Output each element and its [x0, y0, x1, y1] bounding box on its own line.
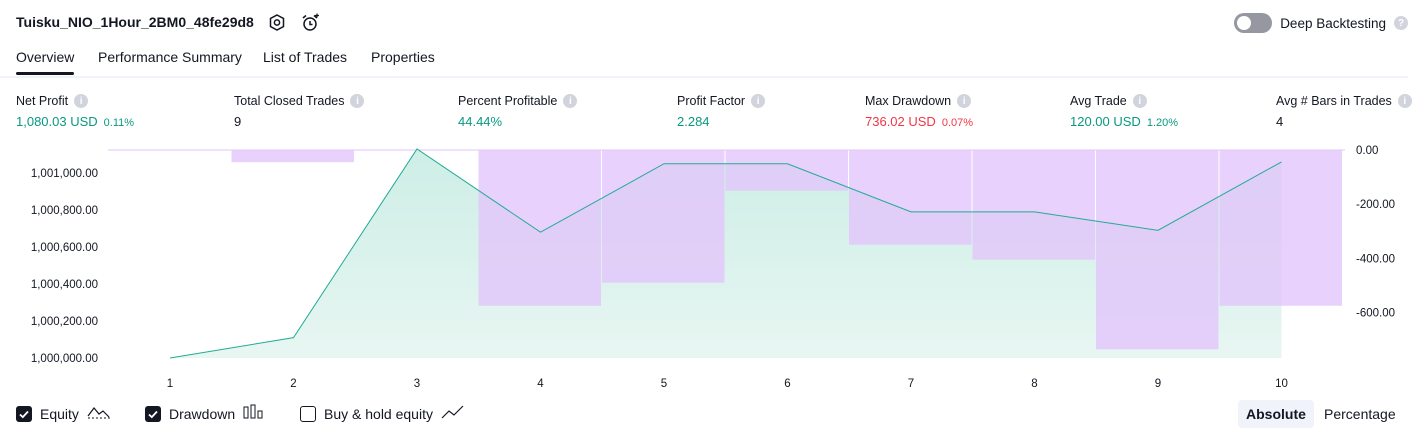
x-axis-tick-label: 3: [414, 378, 420, 390]
legend-equity[interactable]: Equity: [16, 404, 111, 423]
right-axis-tick-label: -200.00: [1356, 199, 1395, 211]
help-icon[interactable]: i: [1132, 94, 1147, 108]
x-axis-tick-label: 4: [537, 378, 544, 390]
right-axis-tick-label: -600.00: [1356, 308, 1395, 320]
equity-drawdown-chart[interactable]: 1,000,000.00 1,000,200.00 1,000,400.00 1,00…: [0, 140, 1424, 395]
stat-label: Net Profit: [16, 94, 69, 108]
x-axis-tick-label: 1: [167, 378, 173, 390]
help-icon[interactable]: i: [751, 94, 766, 108]
stat-total-closed-trades: Total Closed Trades i 9: [234, 94, 365, 129]
legend-equity-label: Equity: [40, 405, 79, 422]
report-header: Tuisku_NIO_1Hour_2BM0_48fe29d8 Deep Back…: [0, 0, 1424, 46]
right-axis-tick-label: 0.00: [1356, 145, 1378, 157]
tab-performance-summary[interactable]: Performance Summary: [98, 49, 242, 65]
stat-value: 1,080.03 USD: [16, 114, 98, 129]
left-axis-tick-label: 1,000,600.00: [31, 242, 98, 254]
stat-value: 9: [234, 114, 242, 129]
settings-icon[interactable]: [267, 13, 287, 33]
x-axis-tick-label: 7: [908, 378, 914, 390]
left-axis-tick-label: 1,000,800.00: [31, 205, 98, 217]
stat-value: 4: [1276, 114, 1284, 129]
drawdown-bar: [972, 150, 1095, 260]
help-icon[interactable]: i: [350, 94, 365, 108]
left-axis-tick-label: 1,000,200.00: [31, 316, 98, 328]
strategy-title: Tuisku_NIO_1Hour_2BM0_48fe29d8: [16, 14, 254, 30]
x-axis-tick-label: 6: [784, 378, 790, 390]
tab-overview[interactable]: Overview: [16, 49, 75, 75]
left-axis-tick-label: 1,000,400.00: [31, 279, 98, 291]
stat-percent: 0.07%: [941, 117, 974, 129]
drawdown-checkbox[interactable]: [145, 405, 161, 422]
tab-list-of-trades[interactable]: List of Trades: [263, 49, 347, 65]
drawdown-bar: [725, 150, 848, 191]
legend-drawdown-label: Drawdown: [169, 405, 236, 422]
drawdown-bar: [602, 150, 725, 283]
stat-percent: 0.11%: [103, 117, 135, 129]
stat-label: Total Closed Trades: [234, 94, 345, 108]
stat-label: Profit Factor: [677, 94, 746, 108]
drawdown-bar: [1219, 150, 1342, 306]
stat-value: 736.02 USD: [865, 114, 936, 129]
trend-line-icon: [441, 404, 465, 423]
stat-value: 44.44%: [458, 114, 503, 129]
help-icon[interactable]: i: [74, 94, 89, 108]
deep-backtesting: Deep Backtesting ?: [1234, 13, 1408, 33]
alarm-clock-icon[interactable]: [300, 13, 320, 33]
drawdown-bar: [478, 150, 601, 306]
stat-value: 2.284: [677, 114, 710, 129]
help-icon[interactable]: i: [563, 94, 578, 108]
legend-buy-hold-equity[interactable]: Buy & hold equity: [300, 404, 465, 423]
legend-drawdown[interactable]: Drawdown: [145, 404, 265, 423]
help-icon[interactable]: ?: [1394, 16, 1408, 30]
deep-backtesting-toggle[interactable]: [1234, 13, 1273, 33]
percentage-toggle[interactable]: Percentage: [1316, 400, 1404, 428]
stat-label: Percent Profitable: [458, 94, 558, 108]
buy-hold-checkbox[interactable]: [300, 405, 316, 422]
x-axis-tick-label: 10: [1275, 378, 1288, 390]
deep-backtesting-label: Deep Backtesting: [1280, 15, 1386, 31]
report-tabs: Overview Performance Summary List of Tra…: [0, 46, 1408, 78]
x-axis-tick-label: 5: [661, 378, 667, 390]
left-axis-tick-label: 1,001,000.00: [31, 168, 98, 180]
drawdown-bar: [231, 150, 354, 163]
x-axis-tick-label: 2: [290, 378, 296, 390]
help-icon[interactable]: i: [1397, 94, 1412, 108]
help-icon[interactable]: i: [957, 94, 972, 108]
right-axis-tick-label: -400.00: [1356, 253, 1395, 265]
stat-label: Avg Trade: [1070, 94, 1127, 108]
absolute-toggle[interactable]: Absolute: [1238, 400, 1314, 428]
stat-label: Avg # Bars in Trades: [1276, 94, 1392, 108]
stat-net-profit: Net Profit i 1,080.03 USD 0.11%: [16, 94, 134, 129]
toggle-knob: [1237, 16, 1252, 30]
stat-avg-bars-in-trades: Avg # Bars in Trades i 4: [1276, 94, 1412, 129]
stat-max-drawdown: Max Drawdown i 736.02 USD 0.07%: [865, 94, 973, 129]
left-axis-tick-label: 1,000,000.00: [31, 353, 98, 365]
x-axis-tick-label: 9: [1155, 378, 1161, 390]
tab-properties[interactable]: Properties: [371, 49, 435, 65]
stat-percent-profitable: Percent Profitable i 44.44%: [458, 94, 578, 129]
equity-checkbox[interactable]: [16, 405, 32, 422]
stat-profit-factor: Profit Factor i 2.284: [677, 94, 766, 129]
drawdown-bars-icon: [243, 404, 265, 423]
x-axis-tick-label: 8: [1031, 378, 1037, 390]
equity-line-icon: [87, 404, 111, 423]
legend-buyhold-label: Buy & hold equity: [324, 405, 433, 422]
drawdown-bar: [1096, 150, 1219, 350]
stat-label: Max Drawdown: [865, 94, 952, 108]
drawdown-bar: [849, 150, 972, 245]
stat-value: 120.00 USD: [1070, 114, 1141, 129]
stat-avg-trade: Avg Trade i 120.00 USD 1.20%: [1070, 94, 1178, 129]
stat-percent: 1.20%: [1146, 117, 1179, 129]
